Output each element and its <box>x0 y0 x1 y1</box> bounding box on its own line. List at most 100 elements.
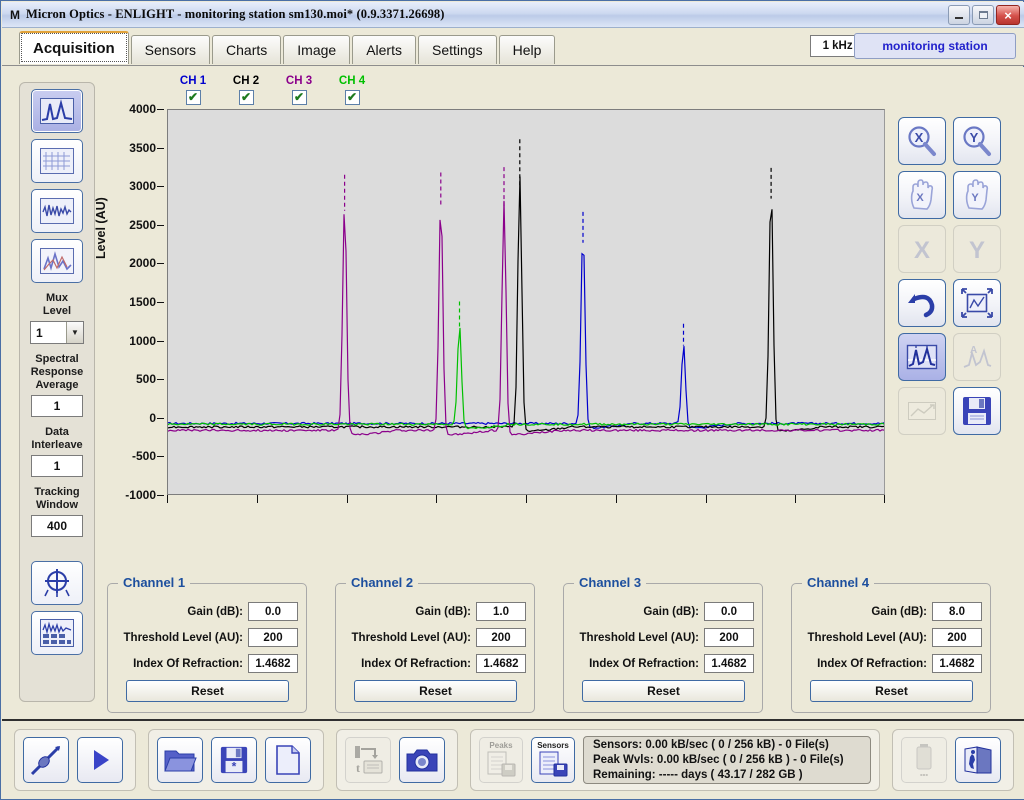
play-icon <box>94 750 109 770</box>
tab-settings[interactable]: Settings <box>417 35 497 64</box>
connect-instrument-button[interactable] <box>23 737 69 783</box>
overlay-view-button[interactable] <box>31 239 83 283</box>
channel-2-ior-row: Index Of Refraction: 1.4682 <box>361 654 526 673</box>
channel-3-gain-input[interactable]: 0.0 <box>704 602 754 621</box>
chevron-down-icon[interactable]: ▼ <box>66 322 83 343</box>
mux-level-label-line1: Mux <box>46 292 68 304</box>
channel-1-threshold-row: Threshold Level (AU): 200 <box>124 628 298 647</box>
chart-y-tick-label: 0 <box>149 410 156 425</box>
chart-plot-area[interactable] <box>167 109 885 495</box>
peak-detect-button[interactable] <box>898 333 946 381</box>
pan-x-button[interactable]: X <box>898 171 946 219</box>
channel-2-ior-input[interactable]: 1.4682 <box>476 654 526 673</box>
chart-trace-ch1 <box>168 252 884 430</box>
channel-3-ior-input[interactable]: 1.4682 <box>704 654 754 673</box>
tw-label-line2: Window <box>35 499 79 511</box>
tab-alerts[interactable]: Alerts <box>352 35 416 64</box>
zoom-y-button[interactable]: Y <box>953 117 1001 165</box>
calibration-button[interactable] <box>31 561 83 605</box>
fit-to-view-button[interactable] <box>953 279 1001 327</box>
tab-sensors[interactable]: Sensors <box>130 35 211 64</box>
pan-y-button[interactable]: Y <box>953 171 1001 219</box>
spectral-response-average-input[interactable]: 1 <box>31 395 83 417</box>
chart-y-tick-label: 1500 <box>129 295 156 309</box>
waveform-view-button[interactable] <box>31 189 83 233</box>
spectrum-view-button[interactable] <box>31 89 83 133</box>
channel-3-threshold-input[interactable]: 200 <box>704 628 754 647</box>
save-sensors-button[interactable]: Sensors <box>531 737 575 783</box>
save-peaks-button[interactable]: Peaks <box>479 737 523 783</box>
chart-y-tick-mark <box>157 263 164 265</box>
channel-2-threshold-input[interactable]: 200 <box>476 628 526 647</box>
undo-zoom-button[interactable] <box>898 279 946 327</box>
mux-level-select[interactable]: 1 ▼ <box>30 321 84 344</box>
ch2-label: CH 2 <box>232 75 260 87</box>
channel-toggle-ch4[interactable]: CH 4 ✔ <box>326 75 378 105</box>
tracking-window-label: Tracking Window <box>20 486 94 512</box>
sensor-table-button[interactable] <box>31 611 83 655</box>
pan-y-icon: Y <box>971 192 979 204</box>
chart-x-tick-mark <box>436 495 438 503</box>
channel-4-ior-input[interactable]: 1.4682 <box>932 654 982 673</box>
exit-application-button[interactable] <box>955 737 1001 783</box>
battery-status-button[interactable]: --- <box>901 737 947 783</box>
tab-acquisition[interactable]: Acquisition <box>19 31 129 64</box>
channel-toggle-ch1[interactable]: CH 1 ✔ <box>167 75 219 105</box>
annotate-peaks-button[interactable]: A <box>953 333 1001 381</box>
autoscale-y-button[interactable]: Y <box>953 225 1001 273</box>
close-button[interactable]: × <box>996 5 1020 25</box>
station-name-indicator[interactable]: monitoring station <box>854 33 1016 59</box>
chart-y-tick-label: 4000 <box>129 102 156 116</box>
channel-toggle-ch3[interactable]: CH 3 ✔ <box>273 75 325 105</box>
channel-1-threshold-input[interactable]: 200 <box>248 628 298 647</box>
channel-4-reset-button[interactable]: Reset <box>810 680 973 702</box>
channel-1-ior-input[interactable]: 1.4682 <box>248 654 298 673</box>
tab-charts[interactable]: Charts <box>212 35 282 64</box>
ch1-checkbox[interactable]: ✔ <box>185 90 201 105</box>
data-interleave-input[interactable]: 1 <box>31 455 83 477</box>
ch4-checkbox[interactable]: ✔ <box>344 90 360 105</box>
channel-4-threshold-input[interactable]: 200 <box>932 628 982 647</box>
new-file-button[interactable] <box>265 737 311 783</box>
maximize-button[interactable] <box>972 5 994 25</box>
open-file-button[interactable] <box>157 737 203 783</box>
chart-y-tick-label: 1000 <box>129 333 156 348</box>
start-acquisition-button[interactable] <box>77 737 123 783</box>
ch4-label: CH 4 <box>338 75 366 87</box>
tracking-window-input[interactable]: 400 <box>31 515 83 537</box>
chart-y-tick-label: 3500 <box>129 140 156 155</box>
channel-3-reset-button[interactable]: Reset <box>582 680 745 702</box>
channel-4-gain-input[interactable]: 8.0 <box>932 602 982 621</box>
save-file-button[interactable]: * <box>211 737 257 783</box>
channel-4-ior-label: Index Of Refraction: <box>817 657 927 670</box>
export-chart-button[interactable] <box>898 387 946 435</box>
channel-4-gain-label: Gain (dB): <box>871 605 927 618</box>
channel-2-reset-button[interactable]: Reset <box>354 680 517 702</box>
tab-help[interactable]: Help <box>498 35 556 64</box>
minimize-button[interactable] <box>948 5 970 25</box>
channel-1-gain-input[interactable]: 0.0 <box>248 602 298 621</box>
ch3-checkbox[interactable]: ✔ <box>291 90 307 105</box>
bottom-group-trigger: t <box>336 729 458 791</box>
save-chart-icon <box>963 397 991 425</box>
channel-3-gain-row: Gain (dB): 0.0 <box>643 602 754 621</box>
channel-2-gain-input[interactable]: 1.0 <box>476 602 526 621</box>
trigger-settings-button[interactable]: t <box>345 737 391 783</box>
spectrum-chart: Level (AU) 4000 3500 3000 2500 2000 1500 1000 5… <box>94 102 902 529</box>
save-chart-button[interactable] <box>953 387 1001 435</box>
chart-y-tick-mark <box>157 495 164 496</box>
grid-view-button[interactable] <box>31 139 83 183</box>
autoscale-x-button[interactable]: X <box>898 225 946 273</box>
zoom-x-button[interactable]: X <box>898 117 946 165</box>
annotate-peaks-icon: A <box>963 345 992 368</box>
tab-image[interactable]: Image <box>283 35 351 64</box>
snapshot-button[interactable] <box>399 737 445 783</box>
channel-1-reset-button[interactable]: Reset <box>126 680 289 702</box>
ch2-checkbox[interactable]: ✔ <box>238 90 254 105</box>
channel-toggle-ch2[interactable]: CH 2 ✔ <box>220 75 272 105</box>
channel-1-ior-row: Index Of Refraction: 1.4682 <box>133 654 298 673</box>
channel-4-gain-row: Gain (dB): 8.0 <box>871 602 982 621</box>
chart-y-tick-mark <box>157 417 164 419</box>
channel-2-threshold-label: Threshold Level (AU): <box>351 631 471 644</box>
channel-3-gain-label: Gain (dB): <box>643 605 699 618</box>
